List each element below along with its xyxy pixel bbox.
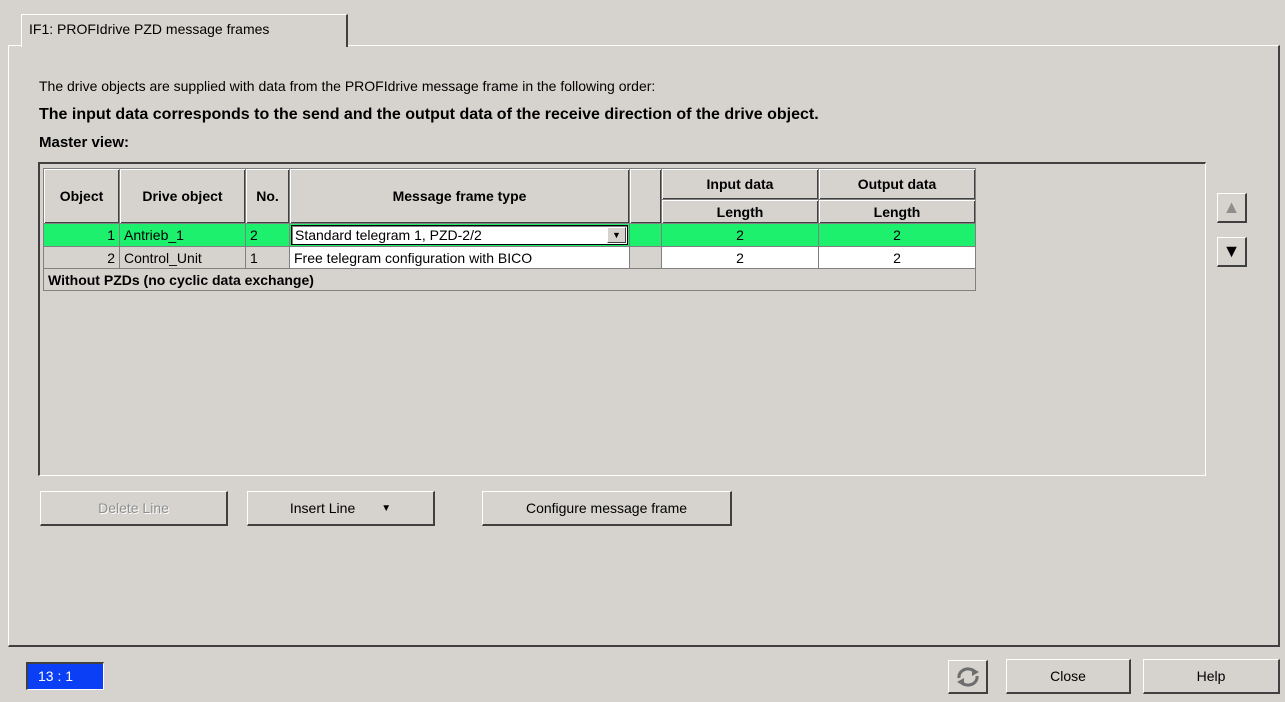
cell-frame-type[interactable]: Free telegram configuration with BICO — [289, 246, 630, 269]
header-drive-object[interactable]: Drive object — [119, 168, 246, 224]
header-object[interactable]: Object — [43, 168, 120, 224]
cell-object[interactable]: 1 — [43, 223, 120, 247]
cell-output-length[interactable]: 2 — [818, 246, 976, 269]
frame-type-value: Standard telegram 1, PZD-2/2 — [295, 227, 482, 243]
cell-no-pzd[interactable]: Without PZDs (no cyclic data exchange) — [43, 268, 976, 291]
cell-no[interactable]: 2 — [245, 223, 290, 247]
chevron-down-icon[interactable]: ▼ — [607, 227, 626, 243]
frame-type-dropdown[interactable]: Standard telegram 1, PZD-2/2 ▼ — [291, 225, 628, 245]
header-blank — [629, 168, 662, 224]
table-row[interactable]: 1 Antrieb_1 2 Standard telegram 1, PZD-2… — [43, 223, 976, 247]
chevron-down-icon: ▼ — [381, 502, 392, 514]
direction-note: The input data corresponds to the send a… — [39, 106, 819, 123]
cell-frame-type[interactable]: Standard telegram 1, PZD-2/2 ▼ — [289, 223, 630, 247]
arrow-down-icon: ▼ — [1222, 241, 1241, 261]
master-view-label: Master view: — [39, 134, 130, 151]
table-row-no-pzd[interactable]: Without PZDs (no cyclic data exchange) — [43, 268, 976, 291]
header-input-length[interactable]: Length — [661, 199, 819, 224]
status-indicator: 13 : 1 — [26, 662, 104, 690]
help-button[interactable]: Help — [1143, 659, 1280, 694]
insert-line-button[interactable]: Insert Line ▼ — [247, 491, 435, 526]
cell-input-length[interactable]: 2 — [661, 246, 819, 269]
cell-drive-object[interactable]: Antrieb_1 — [119, 223, 246, 247]
cell-no[interactable]: 1 — [245, 246, 290, 269]
tab-label: IF1: PROFIdrive PZD message frames — [29, 21, 270, 37]
arrow-up-icon: ▲ — [1222, 197, 1241, 217]
cell-output-length[interactable]: 2 — [818, 223, 976, 247]
cell-object[interactable]: 2 — [43, 246, 120, 269]
cell-blank — [629, 223, 662, 247]
move-down-button[interactable]: ▼ — [1217, 237, 1247, 267]
configure-label: Configure message frame — [525, 500, 688, 516]
delete-line-label: Delete Line — [98, 500, 169, 516]
cell-input-length[interactable]: 2 — [661, 223, 819, 247]
header-frame-type[interactable]: Message frame type — [289, 168, 630, 224]
header-output-length[interactable]: Length — [818, 199, 976, 224]
insert-line-label: Insert Line — [289, 500, 356, 516]
header-output-data[interactable]: Output data — [818, 168, 976, 200]
close-label: Close — [1050, 668, 1086, 684]
configure-message-frame-button[interactable]: Configure message frame — [482, 491, 732, 526]
delete-line-button[interactable]: Delete Line — [40, 491, 228, 526]
move-up-button[interactable]: ▲ — [1217, 193, 1247, 223]
cell-blank — [629, 246, 662, 269]
intro-text: The drive objects are supplied with data… — [39, 78, 656, 94]
help-label: Help — [1196, 668, 1226, 684]
close-button[interactable]: Close — [1006, 659, 1131, 694]
header-input-data[interactable]: Input data — [661, 168, 819, 200]
message-frame-table: Object Drive object No. Message frame ty… — [43, 168, 976, 291]
refresh-icon — [956, 666, 979, 687]
cell-drive-object[interactable]: Control_Unit — [119, 246, 246, 269]
header-no[interactable]: No. — [245, 168, 290, 224]
tab-pzd-message-frames[interactable]: IF1: PROFIdrive PZD message frames — [21, 14, 348, 47]
refresh-button[interactable] — [948, 660, 988, 694]
table-row[interactable]: 2 Control_Unit 1 Free telegram configura… — [43, 246, 976, 269]
